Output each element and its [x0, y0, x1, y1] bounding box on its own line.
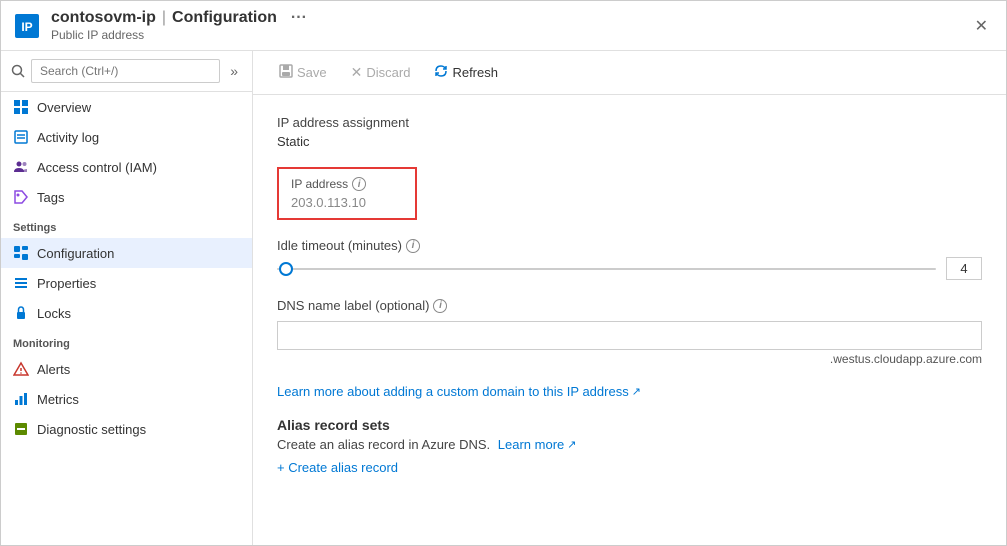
search-bar: » — [1, 51, 252, 92]
sidebar-item-activity-log[interactable]: Activity log — [1, 122, 252, 152]
slider-value: 4 — [946, 257, 982, 280]
window-title: contosovm-ip | Configuration ··· — [51, 9, 307, 27]
grid-icon — [13, 99, 29, 115]
sidebar: » Overview — [1, 51, 253, 545]
main-window: IP contosovm-ip | Configuration ··· Publ… — [0, 0, 1007, 546]
resource-type: Public IP address — [51, 28, 307, 42]
refresh-icon — [434, 64, 448, 81]
dns-info-icon[interactable]: i — [433, 299, 447, 313]
ellipsis-menu[interactable]: ··· — [291, 9, 307, 27]
resource-name: contosovm-ip — [51, 9, 156, 27]
chart-icon — [13, 391, 29, 407]
form-content: IP address assignment Static IP address … — [253, 95, 1006, 545]
monitoring-section-label: Monitoring — [1, 328, 252, 354]
custom-domain-link[interactable]: Learn more about adding a custom domain … — [277, 384, 641, 399]
slider-track — [277, 268, 936, 270]
idle-timeout-slider-row: 4 — [277, 257, 982, 280]
dns-suffix: .westus.cloudapp.azure.com — [277, 352, 982, 366]
sidebar-item-properties[interactable]: Properties — [1, 268, 252, 298]
sidebar-item-tags[interactable]: Tags — [1, 182, 252, 212]
diag-icon — [13, 421, 29, 437]
ip-address-box: IP address i 203.0.113.10 — [277, 167, 417, 220]
save-icon — [279, 64, 293, 81]
refresh-button[interactable]: Refresh — [424, 59, 508, 86]
sidebar-label-access-control: Access control (IAM) — [37, 160, 157, 175]
custom-domain-row: Learn more about adding a custom domain … — [277, 384, 982, 399]
list-icon — [13, 129, 29, 145]
discard-button[interactable]: ✕ Discard — [341, 59, 421, 86]
ip-address-info-icon[interactable]: i — [352, 177, 366, 191]
idle-timeout-field: Idle timeout (minutes) i 4 — [277, 238, 982, 280]
discard-label: Discard — [366, 65, 410, 80]
idle-timeout-info-icon[interactable]: i — [406, 239, 420, 253]
settings-section-label: Settings — [1, 212, 252, 238]
config-icon — [13, 245, 29, 261]
sidebar-label-activity-log: Activity log — [37, 130, 99, 145]
main-layout: » Overview — [1, 51, 1006, 545]
lock-icon — [13, 305, 29, 321]
sidebar-label-configuration: Configuration — [37, 246, 114, 261]
alias-external-icon: ↗ — [567, 438, 576, 451]
sidebar-item-metrics[interactable]: Metrics — [1, 384, 252, 414]
save-button[interactable]: Save — [269, 59, 337, 86]
dns-name-input[interactable] — [277, 321, 982, 350]
sidebar-item-configuration[interactable]: Configuration — [1, 238, 252, 268]
alias-learn-more-text: Learn more — [498, 437, 564, 452]
sidebar-label-properties: Properties — [37, 276, 96, 291]
collapse-button[interactable]: » — [226, 61, 242, 81]
content-area: Save ✕ Discard Refresh — [253, 51, 1006, 545]
resource-icon: IP — [13, 12, 41, 40]
sidebar-item-locks[interactable]: Locks — [1, 298, 252, 328]
sidebar-item-diagnostic[interactable]: Diagnostic settings — [1, 414, 252, 444]
alias-section: Alias record sets Create an alias record… — [277, 417, 982, 475]
sidebar-item-alerts[interactable]: Alerts — [1, 354, 252, 384]
search-input[interactable] — [31, 59, 220, 83]
dns-field: DNS name label (optional) i .westus.clou… — [277, 298, 982, 366]
ip-assignment-label: IP address assignment — [277, 115, 982, 130]
tag-icon — [13, 189, 29, 205]
ip-address-label-text: IP address — [291, 177, 348, 191]
sidebar-label-overview: Overview — [37, 100, 91, 115]
ip-address-value: 203.0.113.10 — [291, 195, 403, 210]
search-icon — [11, 64, 25, 78]
toolbar: Save ✕ Discard Refresh — [253, 51, 1006, 95]
sidebar-item-overview[interactable]: Overview — [1, 92, 252, 122]
custom-domain-link-text: Learn more about adding a custom domain … — [277, 384, 629, 399]
sidebar-label-locks: Locks — [37, 306, 71, 321]
save-label: Save — [297, 65, 327, 80]
close-button[interactable]: ✕ — [969, 14, 994, 38]
create-alias-label: + Create alias record — [277, 460, 398, 475]
idle-timeout-label: Idle timeout (minutes) i — [277, 238, 982, 253]
title-bar: IP contosovm-ip | Configuration ··· Publ… — [1, 1, 1006, 51]
alert-icon — [13, 361, 29, 377]
people-icon — [13, 159, 29, 175]
dns-label: DNS name label (optional) i — [277, 298, 982, 313]
ip-assignment-value: Static — [277, 134, 982, 149]
title-separator: | — [162, 9, 166, 27]
alias-section-text: Create an alias record in Azure DNS. Lea… — [277, 437, 982, 452]
alias-text: Create an alias record in Azure DNS. — [277, 437, 490, 452]
nav-section: Overview Activity log — [1, 92, 252, 212]
sidebar-label-alerts: Alerts — [37, 362, 70, 377]
svg-text:IP: IP — [21, 20, 32, 34]
ip-assignment-field: IP address assignment Static — [277, 115, 982, 149]
discard-icon: ✕ — [351, 64, 363, 81]
sidebar-label-tags: Tags — [37, 190, 64, 205]
bars-icon — [13, 275, 29, 291]
slider-thumb[interactable] — [279, 262, 293, 276]
ip-address-label: IP address i — [291, 177, 403, 191]
refresh-label: Refresh — [452, 65, 498, 80]
monitoring-section: Alerts Metrics — [1, 354, 252, 444]
alias-learn-more-link[interactable]: Learn more ↗ — [498, 437, 577, 452]
title-bar-text: contosovm-ip | Configuration ··· Public … — [51, 9, 307, 42]
alias-section-title: Alias record sets — [277, 417, 982, 433]
create-alias-button[interactable]: + Create alias record — [277, 460, 398, 475]
settings-section: Configuration Properties — [1, 238, 252, 328]
sidebar-item-access-control[interactable]: Access control (IAM) — [1, 152, 252, 182]
sidebar-label-metrics: Metrics — [37, 392, 79, 407]
sidebar-label-diagnostic: Diagnostic settings — [37, 422, 146, 437]
external-link-icon: ↗ — [632, 385, 641, 398]
page-name: Configuration — [172, 9, 277, 27]
